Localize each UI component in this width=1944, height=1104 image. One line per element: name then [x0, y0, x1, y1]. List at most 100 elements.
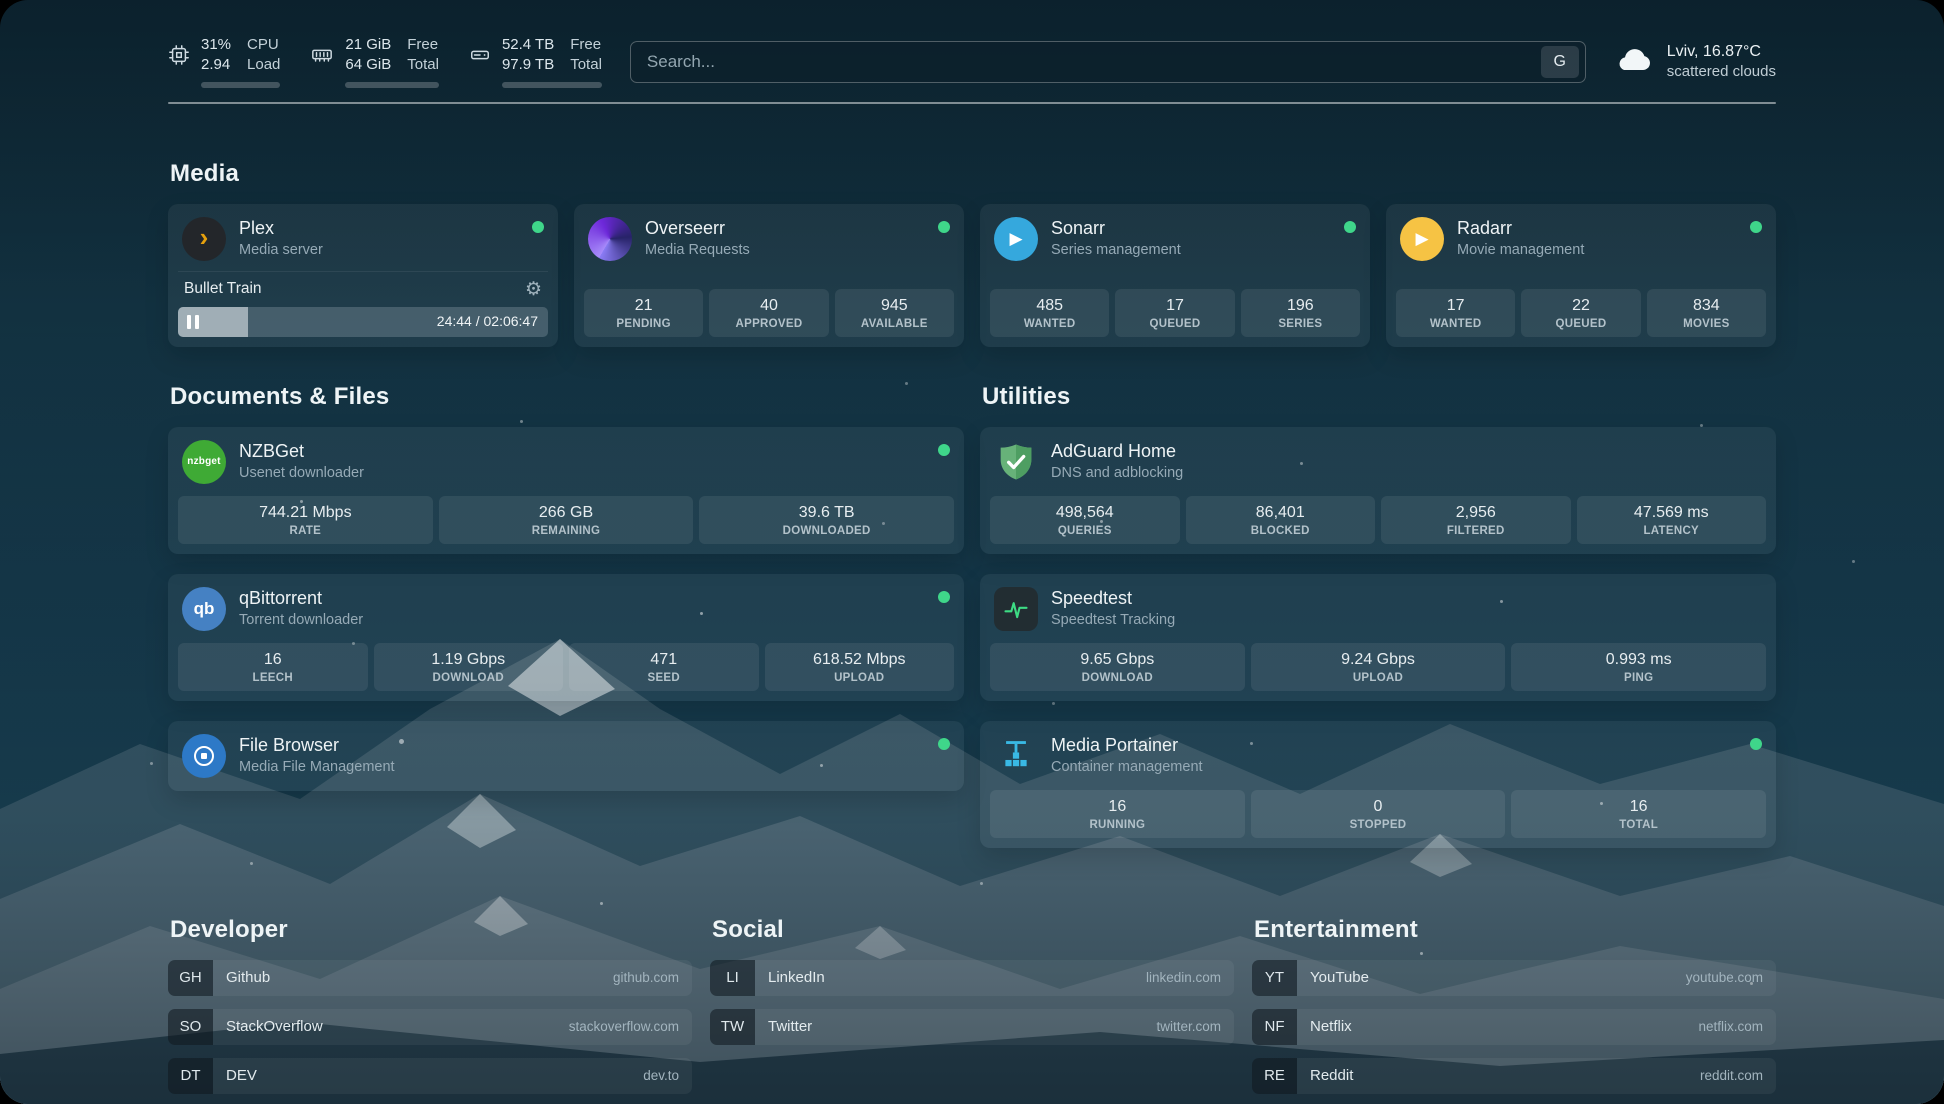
service-description: Media server — [239, 241, 323, 259]
plex-icon: › — [182, 217, 226, 261]
card-qbittorrent[interactable]: qb qBittorrent Torrent downloader 16 LEE… — [168, 574, 964, 701]
stat-label: RUNNING — [994, 819, 1241, 831]
section-utilities: Utilities AdGuard Home DNS and — [980, 383, 1776, 868]
service-description: Movie management — [1457, 241, 1584, 259]
dashboard: 31% CPU 2.94 Load 21 — [0, 0, 1944, 1104]
card-filebrowser[interactable]: File Browser Media File Management — [168, 721, 964, 791]
overseerr-icon — [588, 217, 632, 261]
adguard-icon — [994, 440, 1038, 484]
gear-icon[interactable]: ⚙ — [525, 280, 542, 299]
bookmark-url: stackoverflow.com — [569, 1019, 679, 1034]
stat-label: QUERIES — [994, 525, 1176, 537]
stat: 0.993 ms PING — [1511, 643, 1766, 691]
stat: 471 SEED — [569, 643, 759, 691]
stat-value: 16 — [182, 651, 364, 669]
card-plex[interactable]: › Plex Media server Bullet Train ⚙ — [168, 204, 558, 347]
stat-value: 0.993 ms — [1515, 651, 1762, 669]
bookmark-reddit[interactable]: RE Reddit reddit.com — [1252, 1058, 1776, 1094]
stat-label: AVAILABLE — [839, 318, 950, 330]
cpu-progress-bar — [201, 82, 280, 88]
stat-value: 834 — [1651, 297, 1762, 315]
card-sonarr[interactable]: ▶ Sonarr Series management 485 WANTED — [980, 204, 1370, 347]
card-nzbget[interactable]: nzbget NZBGet Usenet downloader 744.21 M… — [168, 427, 964, 554]
stat-label: FILTERED — [1385, 525, 1567, 537]
search-input[interactable] — [647, 52, 1541, 72]
stat-label: TOTAL — [1515, 819, 1762, 831]
stat: 618.52 Mbps UPLOAD — [765, 643, 955, 691]
stat-value: 9.24 Gbps — [1255, 651, 1502, 669]
service-description: Media Requests — [645, 241, 750, 259]
stat-label: WANTED — [1400, 318, 1511, 330]
stat-value: 17 — [1119, 297, 1230, 315]
stat-label: QUEUED — [1119, 318, 1230, 330]
search-provider-button[interactable]: G — [1541, 46, 1579, 78]
stat: 1.19 Gbps DOWNLOAD — [374, 643, 564, 691]
bookmark-twitter[interactable]: TW Twitter twitter.com — [710, 1009, 1234, 1045]
disk-progress-bar — [502, 82, 602, 88]
service-name: Media Portainer — [1051, 735, 1178, 755]
stat-value: 1.19 Gbps — [378, 651, 560, 669]
stat: 834 MOVIES — [1647, 289, 1766, 337]
card-radarr[interactable]: ▶ Radarr Movie management 17 WANTED — [1386, 204, 1776, 347]
bookmark-name: Reddit — [1310, 1067, 1353, 1084]
pause-icon[interactable] — [187, 315, 199, 329]
player-time: 24:44 / 02:06:47 — [437, 313, 538, 329]
stat-label: UPLOAD — [1255, 672, 1502, 684]
stat: 17 QUEUED — [1115, 289, 1234, 337]
disk-widget: 52.4 TB Free 97.9 TB Total — [469, 36, 602, 88]
stat-value: 47.569 ms — [1581, 504, 1763, 522]
section-entertainment: Entertainment YT YouTube youtube.com NF … — [1252, 916, 1776, 1104]
bookmark-name: DEV — [226, 1067, 257, 1084]
stat: 16 TOTAL — [1511, 790, 1766, 838]
stat-value: 498,564 — [994, 504, 1176, 522]
stat-label: DOWNLOAD — [994, 672, 1241, 684]
developer-section-title: Developer — [170, 916, 692, 944]
stat: 22 QUEUED — [1521, 289, 1640, 337]
service-description: Media File Management — [239, 758, 395, 776]
bookmark-name: LinkedIn — [768, 969, 825, 986]
memory-icon — [310, 44, 334, 66]
stat-value: 86,401 — [1190, 504, 1372, 522]
bookmark-abbr: DT — [168, 1058, 213, 1094]
card-portainer[interactable]: Media Portainer Container management 16 … — [980, 721, 1776, 848]
bookmark-netflix[interactable]: NF Netflix netflix.com — [1252, 1009, 1776, 1045]
sonarr-icon: ▶ — [994, 217, 1038, 261]
stat-value: 618.52 Mbps — [769, 651, 951, 669]
stat-value: 16 — [1515, 798, 1762, 816]
qbittorrent-icon: qb — [182, 587, 226, 631]
memory-free-value: 21 GiB — [345, 36, 391, 55]
memory-widget: 21 GiB Free 64 GiB Total — [310, 36, 439, 88]
bookmark-dev[interactable]: DT DEV dev.to — [168, 1058, 692, 1094]
bookmark-abbr: LI — [710, 960, 755, 996]
stat: 485 WANTED — [990, 289, 1109, 337]
memory-progress-bar — [345, 82, 439, 88]
status-dot — [938, 444, 950, 456]
stat-label: DOWNLOADED — [703, 525, 950, 537]
bookmark-linkedin[interactable]: LI LinkedIn linkedin.com — [710, 960, 1234, 996]
bookmark-stackoverflow[interactable]: SO StackOverflow stackoverflow.com — [168, 1009, 692, 1045]
card-speedtest[interactable]: Speedtest Speedtest Tracking 9.65 Gbps D… — [980, 574, 1776, 701]
service-name: Radarr — [1457, 218, 1512, 238]
bookmark-name: Twitter — [768, 1018, 812, 1035]
stat-value: 9.65 Gbps — [994, 651, 1241, 669]
service-description: Container management — [1051, 758, 1203, 776]
stat: 266 GB REMAINING — [439, 496, 694, 544]
resource-widgets: 31% CPU 2.94 Load 21 — [168, 36, 602, 88]
card-adguard[interactable]: AdGuard Home DNS and adblocking 498,564 … — [980, 427, 1776, 554]
bookmark-github[interactable]: GH Github github.com — [168, 960, 692, 996]
cpu-widget: 31% CPU 2.94 Load — [168, 36, 280, 88]
bookmark-youtube[interactable]: YT YouTube youtube.com — [1252, 960, 1776, 996]
stat-value: 485 — [994, 297, 1105, 315]
stat: 945 AVAILABLE — [835, 289, 954, 337]
service-description: Series management — [1051, 241, 1181, 259]
entertainment-section-title: Entertainment — [1254, 916, 1776, 944]
card-overseerr[interactable]: Overseerr Media Requests 21 PENDING 40 A… — [574, 204, 964, 347]
status-dot — [938, 591, 950, 603]
stat-value: 471 — [573, 651, 755, 669]
status-dot — [1750, 221, 1762, 233]
bookmark-url: linkedin.com — [1146, 970, 1221, 985]
stat: 86,401 BLOCKED — [1186, 496, 1376, 544]
disk-total-value: 97.9 TB — [502, 56, 554, 75]
status-dot — [1750, 738, 1762, 750]
stat-value: 22 — [1525, 297, 1636, 315]
